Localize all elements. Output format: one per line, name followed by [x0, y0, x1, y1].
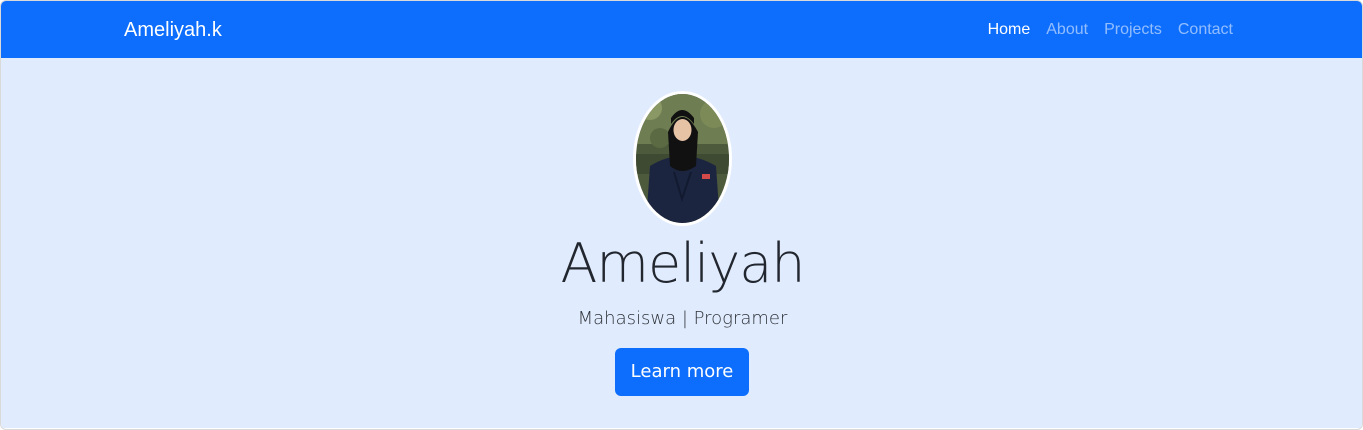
nav-link-home[interactable]: Home: [988, 20, 1031, 40]
nav-link-projects[interactable]: Projects: [1104, 20, 1162, 40]
hero-section: Ameliyah Mahasiswa | Programer Learn mor…: [1, 58, 1362, 428]
learn-more-button[interactable]: Learn more: [615, 348, 749, 396]
hero-subtitle: Mahasiswa | Programer: [577, 308, 788, 329]
navbar-brand[interactable]: Ameliyah.k: [124, 18, 222, 42]
nav-links: Home About Projects Contact: [988, 20, 1233, 40]
nav-link-contact[interactable]: Contact: [1178, 20, 1233, 40]
profile-photo-icon: [636, 94, 729, 223]
navbar: Ameliyah.k Home About Projects Contact: [1, 1, 1362, 58]
hero-title: Ameliyah: [560, 232, 805, 295]
nav-link-about[interactable]: About: [1046, 20, 1088, 40]
profile-avatar: [633, 91, 732, 226]
browser-viewport: Ameliyah.k Home About Projects Contact A…: [0, 0, 1363, 430]
